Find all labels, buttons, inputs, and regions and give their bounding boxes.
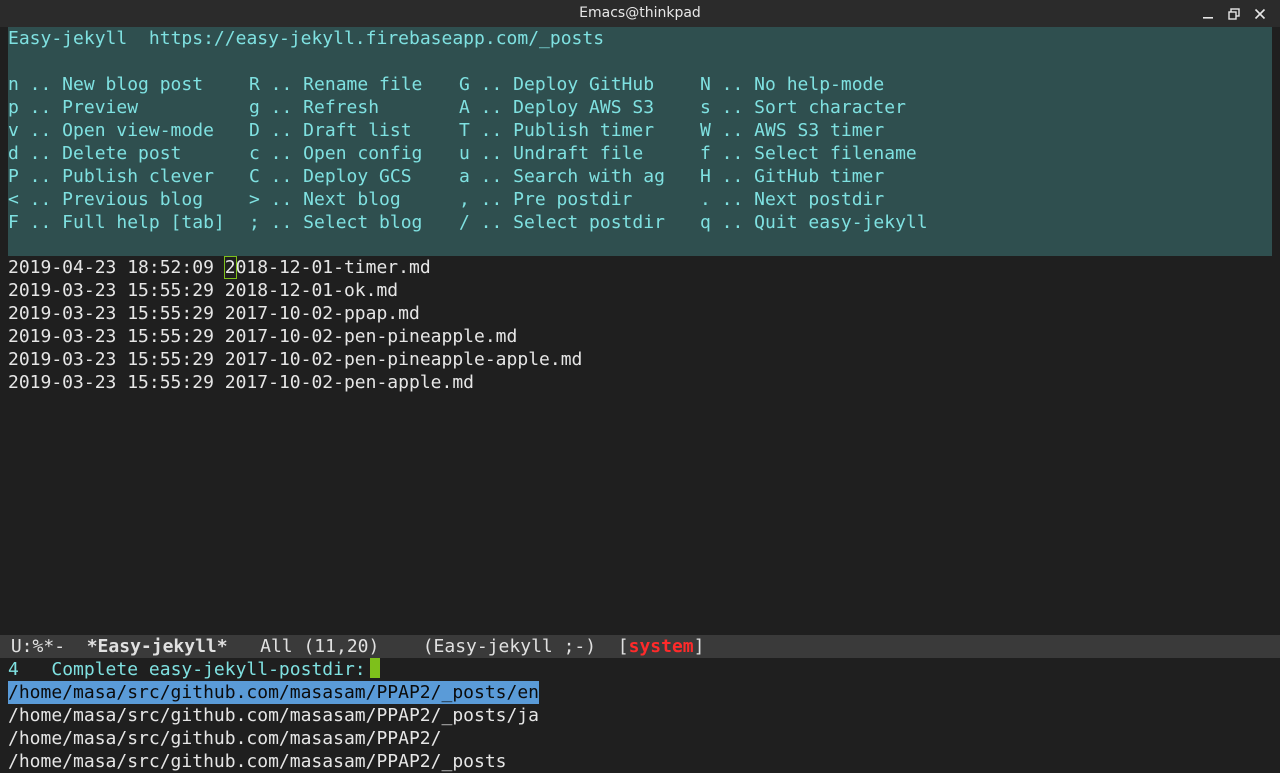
help-panel: Easy-jekyll https://easy-jekyll.firebase… bbox=[8, 27, 1272, 256]
file-row[interactable]: 2019-03-23 15:55:29 2017-10-02-ppap.md bbox=[8, 302, 420, 325]
file-row[interactable]: 2019-03-23 15:55:29 2018-12-01-ok.md bbox=[8, 279, 398, 302]
file-timestamp: 2019-03-23 15:55:29 bbox=[8, 349, 214, 370]
help-command: p .. Preview bbox=[8, 97, 139, 118]
minibuffer-prompt[interactable]: 4 Complete easy-jekyll-postdir: bbox=[8, 658, 380, 681]
file-name: 018-12-01-timer.md bbox=[235, 257, 431, 278]
help-command: , .. Pre postdir bbox=[459, 189, 633, 210]
close-button[interactable] bbox=[1252, 6, 1268, 22]
maximize-button[interactable] bbox=[1226, 6, 1242, 22]
help-command: R .. Rename file bbox=[249, 74, 423, 95]
help-command: a .. Search with ag bbox=[459, 166, 665, 187]
point-cursor: 2 bbox=[223, 256, 237, 279]
help-command: . .. Next postdir bbox=[700, 189, 885, 210]
file-name-first-char: 2 bbox=[224, 349, 236, 370]
minibuffer-cursor bbox=[369, 658, 380, 678]
file-name: 017-10-02-pen-apple.md bbox=[235, 372, 475, 393]
help-command: W .. AWS S3 timer bbox=[700, 120, 885, 141]
help-header-name: Easy-jekyll bbox=[8, 28, 128, 49]
modeline-bracket-close: ] bbox=[693, 636, 705, 657]
file-name: 017-10-02-ppap.md bbox=[235, 303, 420, 324]
mode-line: U:%*- *Easy-jekyll* All (11,20) (Easy-je… bbox=[0, 635, 1280, 658]
candidate-count: 4 bbox=[8, 659, 19, 680]
file-timestamp: 2019-03-23 15:55:29 bbox=[8, 326, 214, 347]
file-name: 017-10-02-pen-pineapple.md bbox=[235, 326, 518, 347]
minimize-button[interactable] bbox=[1200, 6, 1216, 22]
help-header-url[interactable]: https://easy-jekyll.firebaseapp.com/_pos… bbox=[149, 28, 604, 49]
file-name-first-char: 2 bbox=[224, 326, 236, 347]
help-header: Easy-jekyll https://easy-jekyll.firebase… bbox=[8, 27, 604, 50]
candidate-item[interactable]: /home/masa/src/github.com/masasam/PPAP2/… bbox=[8, 704, 539, 727]
help-command: c .. Open config bbox=[249, 143, 423, 164]
help-command: / .. Select postdir bbox=[459, 212, 665, 233]
help-command: A .. Deploy AWS S3 bbox=[459, 97, 655, 118]
candidate-item[interactable]: /home/masa/src/github.com/masasam/PPAP2/… bbox=[8, 750, 507, 773]
help-command: > .. Next blog bbox=[249, 189, 401, 210]
modeline-position: All (11,20) bbox=[260, 636, 380, 657]
help-command: P .. Publish clever bbox=[8, 166, 214, 187]
help-command: < .. Previous blog bbox=[8, 189, 204, 210]
modeline-buffer-name: *Easy-jekyll* bbox=[86, 636, 228, 657]
maximize-icon bbox=[1228, 7, 1240, 20]
close-icon bbox=[1254, 8, 1266, 19]
help-command: g .. Refresh bbox=[249, 97, 380, 118]
window-titlebar: Emacs@thinkpad bbox=[0, 0, 1280, 27]
modeline-status: U:%*- bbox=[10, 636, 66, 657]
minimize-icon bbox=[1203, 16, 1213, 19]
file-row[interactable]: 2019-04-23 18:52:09 2018-12-01-timer.md bbox=[8, 256, 431, 279]
minibuffer: 4 Complete easy-jekyll-postdir: /home/ma… bbox=[0, 658, 1280, 773]
file-timestamp: 2019-03-23 15:55:29 bbox=[8, 372, 214, 393]
help-command: s .. Sort character bbox=[700, 97, 906, 118]
help-command: T .. Publish timer bbox=[459, 120, 655, 141]
candidate-item[interactable]: /home/masa/src/github.com/masasam/PPAP2/ bbox=[8, 727, 441, 750]
file-name-first-char: 2 bbox=[224, 372, 236, 393]
prompt-text: Complete easy-jekyll-postdir: bbox=[51, 659, 366, 680]
help-command: n .. New blog post bbox=[8, 74, 204, 95]
help-command: F .. Full help [tab] bbox=[8, 212, 225, 233]
help-command: C .. Deploy GCS bbox=[249, 166, 412, 187]
file-timestamp: 2019-03-23 15:55:29 bbox=[8, 280, 214, 301]
help-command: G .. Deploy GitHub bbox=[459, 74, 655, 95]
help-command: q .. Quit easy-jekyll bbox=[700, 212, 928, 233]
help-command: D .. Draft list bbox=[249, 120, 412, 141]
help-command: u .. Undraft file bbox=[459, 143, 644, 164]
file-timestamp: 2019-04-23 18:52:09 bbox=[8, 257, 214, 278]
modeline-major-mode: (Easy-jekyll ;-) bbox=[422, 636, 597, 657]
file-row[interactable]: 2019-03-23 15:55:29 2017-10-02-pen-pinea… bbox=[8, 325, 517, 348]
help-command: d .. Delete post bbox=[8, 143, 182, 164]
candidate-item[interactable]: /home/masa/src/github.com/masasam/PPAP2/… bbox=[8, 681, 540, 704]
modeline-bracket-open: [ bbox=[617, 636, 629, 657]
help-command: N .. No help-mode bbox=[700, 74, 885, 95]
file-name: 017-10-02-pen-pineapple-apple.md bbox=[235, 349, 583, 370]
modeline-system: system bbox=[628, 636, 694, 657]
window-controls bbox=[1200, 0, 1268, 27]
file-row[interactable]: 2019-03-23 15:55:29 2017-10-02-pen-apple… bbox=[8, 371, 474, 394]
file-row[interactable]: 2019-03-23 15:55:29 2017-10-02-pen-pinea… bbox=[8, 348, 582, 371]
help-command: f .. Select filename bbox=[700, 143, 917, 164]
file-name: 018-12-01-ok.md bbox=[235, 280, 399, 301]
file-name-first-char: 2 bbox=[224, 280, 236, 301]
help-command: v .. Open view-mode bbox=[8, 120, 214, 141]
file-name-first-char: 2 bbox=[224, 303, 236, 324]
help-command: ; .. Select blog bbox=[249, 212, 423, 233]
file-timestamp: 2019-03-23 15:55:29 bbox=[8, 303, 214, 324]
window-title: Emacs@thinkpad bbox=[579, 5, 701, 21]
help-command: H .. GitHub timer bbox=[700, 166, 885, 187]
